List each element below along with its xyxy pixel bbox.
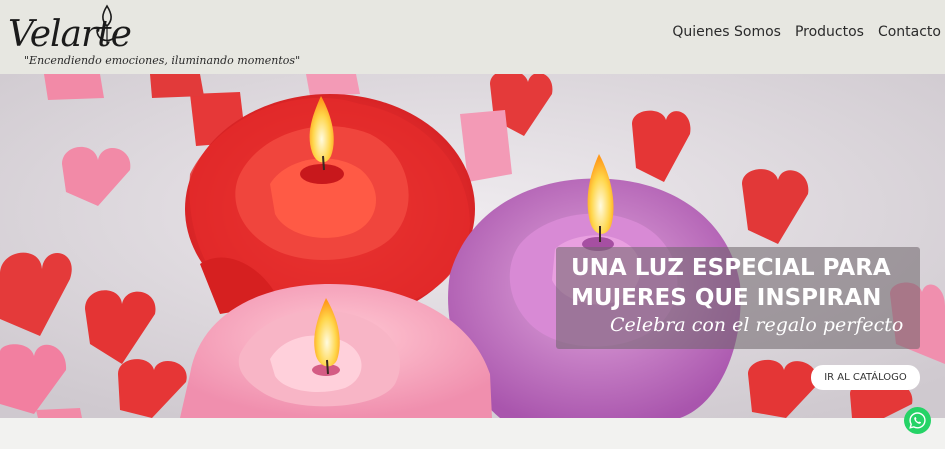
hero-subtitle: Celebra con el regalo perfecto	[610, 314, 904, 336]
nav-contacto[interactable]: Contacto	[878, 24, 941, 40]
whatsapp-icon	[909, 412, 926, 429]
tagline: "Encendiendo emociones, iluminando momen…	[24, 54, 301, 67]
logo[interactable]: Velarte "Encendiendo emociones, iluminan…	[6, 4, 300, 70]
nav-productos[interactable]: Productos	[795, 24, 864, 40]
hero-headline: UNA LUZ ESPECIAL PARA MUJERES QUE INSPIR…	[571, 255, 891, 311]
nav-quienes-somos[interactable]: Quienes Somos	[672, 24, 781, 40]
site-header: Velarte "Encendiendo emociones, iluminan…	[0, 0, 945, 74]
whatsapp-button[interactable]	[904, 407, 931, 434]
page-footer-strip	[0, 418, 945, 449]
catalog-button[interactable]: IR AL CATÁLOGO	[811, 365, 920, 390]
hero-banner: UNA LUZ ESPECIAL PARA MUJERES QUE INSPIR…	[0, 74, 945, 418]
main-nav: Quienes Somos Productos Contacto	[672, 24, 941, 40]
hero-image	[0, 74, 945, 418]
candle-flame-logo-icon	[96, 4, 118, 44]
